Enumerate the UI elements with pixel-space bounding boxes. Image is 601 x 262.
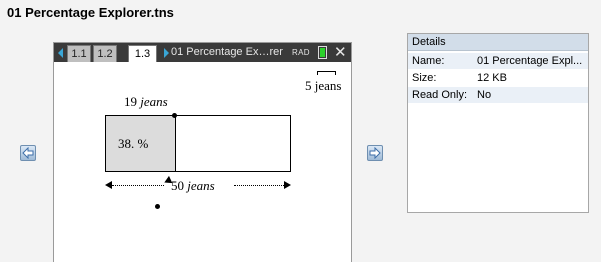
tab-page-1-3[interactable]: 1.3 (128, 45, 157, 62)
percent-drag-handle[interactable] (172, 113, 177, 118)
part-value: 19 (124, 94, 137, 109)
arrow-left-icon (22, 147, 34, 159)
detail-key: Read Only: (412, 89, 468, 101)
scale-label: 5 jeans (305, 78, 342, 93)
tab-scroll-left-icon[interactable] (58, 48, 63, 58)
detail-value: 12 KB (477, 72, 507, 84)
detail-row-name: Name: 01 Percentage Expl... (408, 53, 588, 69)
tab-page-1-2[interactable]: 1.2 (93, 45, 117, 62)
math-canvas[interactable]: 5 jeans 19 jeans 38. % 50 jeans (54, 62, 351, 262)
scale-bar (317, 71, 336, 75)
document-view: 1.1 1.2 1.3 01 Percentage Ex…rer RAD ✕ 5… (53, 42, 352, 262)
dimension-arrow-left (105, 181, 112, 189)
detail-row-size: Size: 12 KB (408, 70, 588, 86)
detail-value: 01 Percentage Expl... (477, 55, 583, 67)
page-tab-bar: 1.1 1.2 1.3 01 Percentage Ex…rer RAD ✕ (54, 43, 351, 62)
whole-unit: jeans (187, 178, 215, 193)
detail-key: Size: (412, 72, 437, 84)
part-unit: jeans (140, 94, 168, 109)
close-icon[interactable]: ✕ (334, 43, 347, 62)
whole-amount-label: 50 jeans (171, 178, 215, 194)
next-page-button[interactable] (367, 145, 383, 161)
detail-value: No (477, 89, 492, 101)
whole-value: 50 (171, 178, 184, 193)
detail-key: Name: (412, 55, 445, 67)
tab-page-1-1[interactable]: 1.1 (67, 45, 91, 62)
percent-bar: 38. % (105, 115, 291, 172)
previous-page-button[interactable] (20, 145, 36, 161)
part-amount-label: 19 jeans (124, 94, 168, 110)
percent-label: 38. % (118, 136, 149, 151)
angle-mode-indicator: RAD (292, 48, 310, 57)
document-title: 01 Percentage Ex…rer (171, 46, 283, 58)
details-panel: Details Name: 01 Percentage Expl... Size… (407, 33, 589, 213)
whole-drag-point[interactable] (155, 204, 160, 209)
tab-scroll-right-icon[interactable] (164, 48, 169, 58)
arrow-right-icon (369, 147, 381, 159)
dimension-line-left (112, 185, 164, 186)
dimension-arrow-right (284, 181, 291, 189)
battery-icon (318, 46, 327, 59)
file-title: 01 Percentage Explorer.tns (7, 5, 174, 20)
detail-row-read-only: Read Only: No (408, 87, 588, 103)
dimension-line-right (234, 185, 284, 186)
details-header: Details (408, 34, 588, 51)
